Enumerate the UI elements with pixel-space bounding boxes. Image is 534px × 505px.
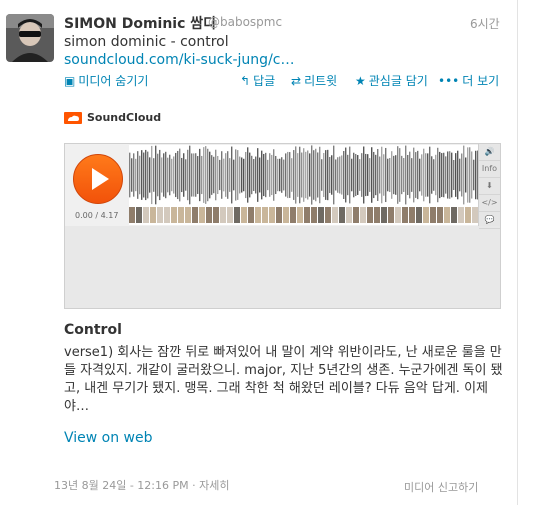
more-icon: ••• — [438, 74, 460, 88]
waveform[interactable] — [129, 145, 478, 225]
star-icon: ★ — [355, 74, 366, 88]
soundcloud-logo[interactable]: SoundCloud — [64, 111, 161, 124]
download-button[interactable]: ⬇ — [479, 178, 500, 195]
info-button[interactable]: Info — [479, 161, 500, 178]
timestamp[interactable]: 13년 8월 24일 - 12:16 PM — [54, 479, 189, 492]
tweet-link[interactable]: soundcloud.com/ki-suck-jung/c… — [64, 52, 294, 68]
player-side-controls: 🔊 Info ⬇ </> 💬 — [478, 144, 500, 229]
hide-media-button[interactable]: ▣ 미디어 숨기기 — [64, 72, 148, 89]
retweet-button[interactable]: ⇄ 리트윗 — [291, 72, 337, 89]
volume-button[interactable]: 🔊 — [479, 144, 500, 161]
tweet-container: SIMON Dominic 쌈디 @babospmc 6시간 simon dom… — [0, 0, 518, 505]
soundcloud-player: 0.00 / 4.17 🔊 Info ⬇ </> 💬 — [64, 143, 501, 309]
tweet-footer: 13년 8월 24일 - 12:16 PM · 자세히 — [54, 479, 230, 492]
favorite-button[interactable]: ★ 관심글 담기 — [355, 72, 428, 89]
tweet-time[interactable]: 6시간 — [470, 15, 500, 32]
embed-button[interactable]: </> — [479, 195, 500, 212]
user-name[interactable]: SIMON Dominic 쌈디 — [64, 13, 216, 33]
details-link[interactable]: 자세히 — [199, 479, 229, 492]
view-on-web-link[interactable]: View on web — [64, 430, 153, 446]
player-header: 0.00 / 4.17 — [65, 144, 478, 226]
media-icon: ▣ — [64, 74, 76, 88]
card-description: verse1) 회사는 잠깐 뒤로 빠져있어 내 말이 계약 위반이라도, 난 … — [64, 345, 503, 414]
soundcloud-icon — [64, 111, 82, 124]
card-title: Control — [64, 322, 122, 338]
tweet-text: simon dominic - control — [64, 34, 229, 50]
user-handle[interactable]: @babospmc — [208, 15, 282, 29]
more-button[interactable]: ••• 더 보기 — [438, 72, 499, 89]
avatar[interactable] — [6, 14, 54, 62]
reply-button[interactable]: ↰ 답글 — [240, 72, 275, 89]
reply-icon: ↰ — [240, 74, 251, 88]
play-button[interactable] — [73, 154, 123, 204]
retweet-icon: ⇄ — [291, 74, 302, 88]
track-duration: 0.00 / 4.17 — [75, 211, 119, 220]
report-media-link[interactable]: 미디어 신고하기 — [404, 479, 478, 495]
comment-button[interactable]: 💬 — [479, 212, 500, 229]
